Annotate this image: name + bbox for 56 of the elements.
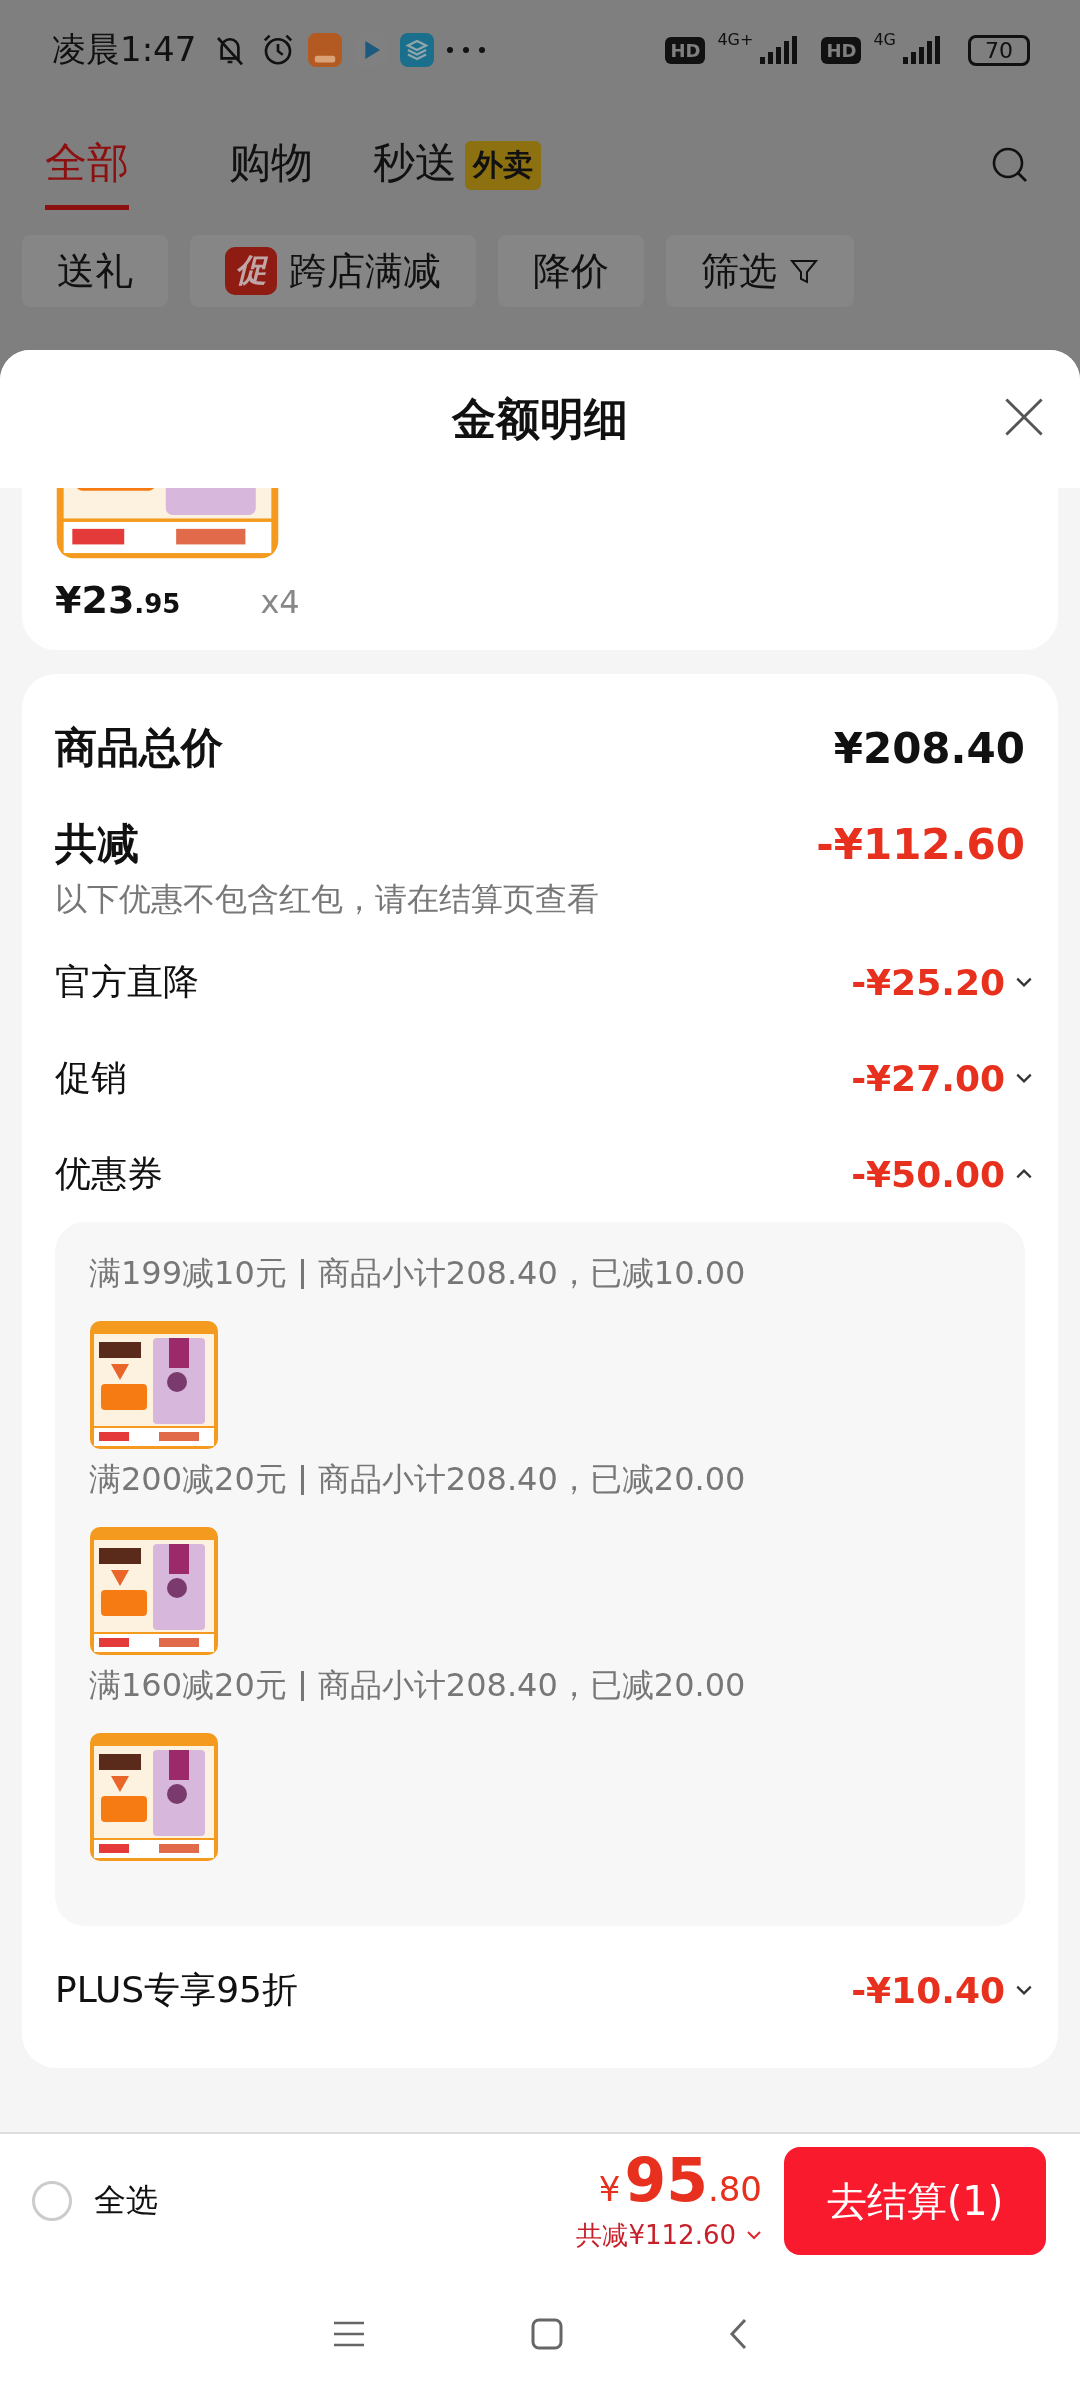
chip-label: 筛选	[701, 247, 777, 295]
chevron-down-icon[interactable]	[1015, 976, 1033, 988]
hd-badge: HD	[665, 36, 706, 64]
coupon-detail: 商品小计208.40，已减20.00	[317, 1665, 746, 1706]
discount-value: -¥27.00	[851, 1057, 1005, 1099]
reduction-note: 以下优惠不包含红包，请在结算页查看	[55, 879, 600, 920]
promo-badge: 促	[225, 247, 277, 295]
filter-chip[interactable]: 筛选	[666, 235, 854, 307]
discount-label: 官方直降	[55, 959, 199, 1004]
filter-chip[interactable]: 降价	[498, 235, 644, 307]
discount-value: -¥50.00	[851, 1153, 1005, 1195]
chevron-down-icon[interactable]	[1015, 1984, 1033, 1996]
menu-icon[interactable]	[332, 2319, 366, 2349]
coupon-rule: 满160减20元	[89, 1665, 287, 1706]
hd-badge: HD	[821, 36, 862, 64]
coupon-detail: 商品小计208.40，已减20.00	[317, 1459, 746, 1500]
tab[interactable]: 购物	[229, 120, 313, 210]
signal-icon	[900, 35, 942, 65]
total-price: ¥95.80	[598, 2149, 762, 2210]
chevron-down-icon[interactable]	[1015, 1072, 1033, 1084]
back-icon[interactable]	[728, 2317, 748, 2351]
battery-level: 70	[968, 34, 1030, 66]
close-icon[interactable]	[1002, 395, 1046, 439]
app-icon	[308, 33, 343, 67]
discount-value: -¥10.40	[851, 1969, 1005, 2011]
reduction-value: -¥112.60	[816, 819, 1025, 869]
total-reduction[interactable]: 共减¥112.60	[576, 2217, 736, 2253]
discount-label: 优惠券	[55, 1151, 163, 1196]
coupon-detail: 商品小计208.40，已减10.00	[317, 1253, 746, 1294]
layers-app-icon	[400, 33, 435, 67]
discount-label: 促销	[55, 1055, 127, 1100]
signal-icon	[757, 35, 800, 65]
chip-label: 跨店满减	[289, 247, 441, 295]
status-time: 凌晨1:47	[52, 28, 197, 71]
chevron-up-icon[interactable]	[1015, 1168, 1033, 1180]
checkout-button[interactable]: 去结算(1)	[784, 2147, 1046, 2255]
home-icon[interactable]	[530, 2317, 564, 2351]
network-type: 4G+	[717, 30, 754, 49]
select-all-label[interactable]: 全选	[94, 2179, 158, 2223]
filter-chip[interactable]: 送礼	[22, 235, 168, 307]
tab[interactable]: 秒送	[373, 120, 457, 210]
network-type: 4G	[873, 30, 896, 49]
product-price: ¥23.95	[55, 578, 181, 622]
select-all-radio[interactable]	[32, 2181, 72, 2221]
product-quantity: x4	[260, 583, 300, 621]
filter-chip[interactable]: 促 跨店满减	[190, 235, 476, 307]
coupon-rule: 满200减20元	[89, 1459, 287, 1500]
coupon-rule: 满199减10元	[89, 1253, 287, 1294]
more-icon	[446, 46, 487, 54]
total-value: ¥208.40	[833, 723, 1025, 773]
tab-badge: 外卖	[465, 140, 541, 190]
discount-label: PLUS专享95折	[55, 1967, 298, 2012]
sheet-title: 金额明细	[452, 391, 628, 446]
discount-value: -¥25.20	[851, 961, 1005, 1003]
total-label: 商品总价	[55, 722, 223, 774]
reduction-label: 共减	[55, 818, 139, 870]
